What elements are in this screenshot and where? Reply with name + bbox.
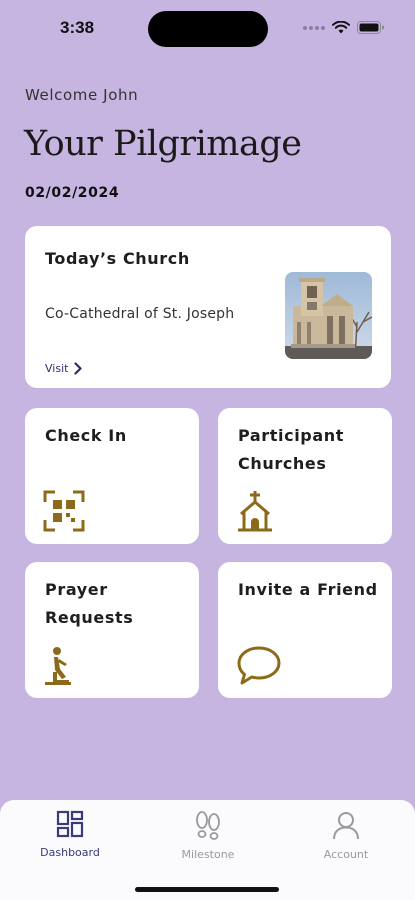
wifi-icon bbox=[332, 21, 350, 34]
check-in-label: Check In bbox=[45, 426, 127, 445]
todays-church-card[interactable]: Today’s Church Co-Cathedral of St. Josep… bbox=[25, 226, 391, 388]
church-photo bbox=[285, 272, 372, 359]
chat-bubble-icon bbox=[237, 646, 281, 685]
participant-churches-tile[interactable]: Participant Churches bbox=[218, 408, 392, 544]
signal-icon bbox=[303, 25, 325, 30]
battery-icon bbox=[357, 21, 384, 34]
tab-dashboard[interactable]: Dashboard bbox=[20, 810, 120, 859]
invite-friend-tile[interactable]: Invite a Friend bbox=[218, 562, 392, 698]
page-title: Your Pilgrimage bbox=[24, 124, 302, 164]
bottom-tab-bar: Dashboard Milestone Account bbox=[0, 800, 415, 900]
participant-churches-label: Participant Churches bbox=[238, 426, 344, 473]
home-indicator bbox=[135, 887, 279, 892]
tab-milestone[interactable]: Milestone bbox=[158, 810, 258, 861]
chevron-right-icon bbox=[74, 362, 83, 375]
invite-friend-label: Invite a Friend bbox=[238, 580, 378, 599]
status-icons bbox=[303, 21, 385, 34]
todays-church-title: Today’s Church bbox=[45, 249, 190, 268]
check-in-tile[interactable]: Check In bbox=[25, 408, 199, 544]
visit-link[interactable]: Visit bbox=[45, 362, 83, 375]
status-time: 3:38 bbox=[60, 18, 95, 37]
tab-account-label: Account bbox=[323, 848, 369, 861]
current-date: 02/02/2024 bbox=[25, 185, 120, 201]
tab-milestone-label: Milestone bbox=[181, 848, 235, 861]
welcome-text: Welcome John bbox=[25, 86, 139, 104]
prayer-requests-label: Prayer Requests bbox=[45, 580, 134, 627]
dashboard-grid-icon bbox=[56, 810, 84, 838]
prayer-requests-tile[interactable]: Prayer Requests bbox=[25, 562, 199, 698]
status-bar: 3:38 bbox=[0, 0, 415, 56]
church-name: Co-Cathedral of St. Joseph bbox=[45, 306, 235, 322]
dynamic-island bbox=[148, 11, 268, 47]
qr-scan-icon bbox=[43, 490, 85, 532]
person-icon bbox=[333, 812, 359, 840]
visit-label: Visit bbox=[45, 362, 69, 375]
church-icon bbox=[238, 491, 272, 532]
footprints-icon bbox=[196, 811, 220, 840]
tab-account[interactable]: Account bbox=[296, 810, 396, 861]
tab-dashboard-label: Dashboard bbox=[40, 846, 100, 859]
kneeling-prayer-icon bbox=[45, 647, 71, 685]
